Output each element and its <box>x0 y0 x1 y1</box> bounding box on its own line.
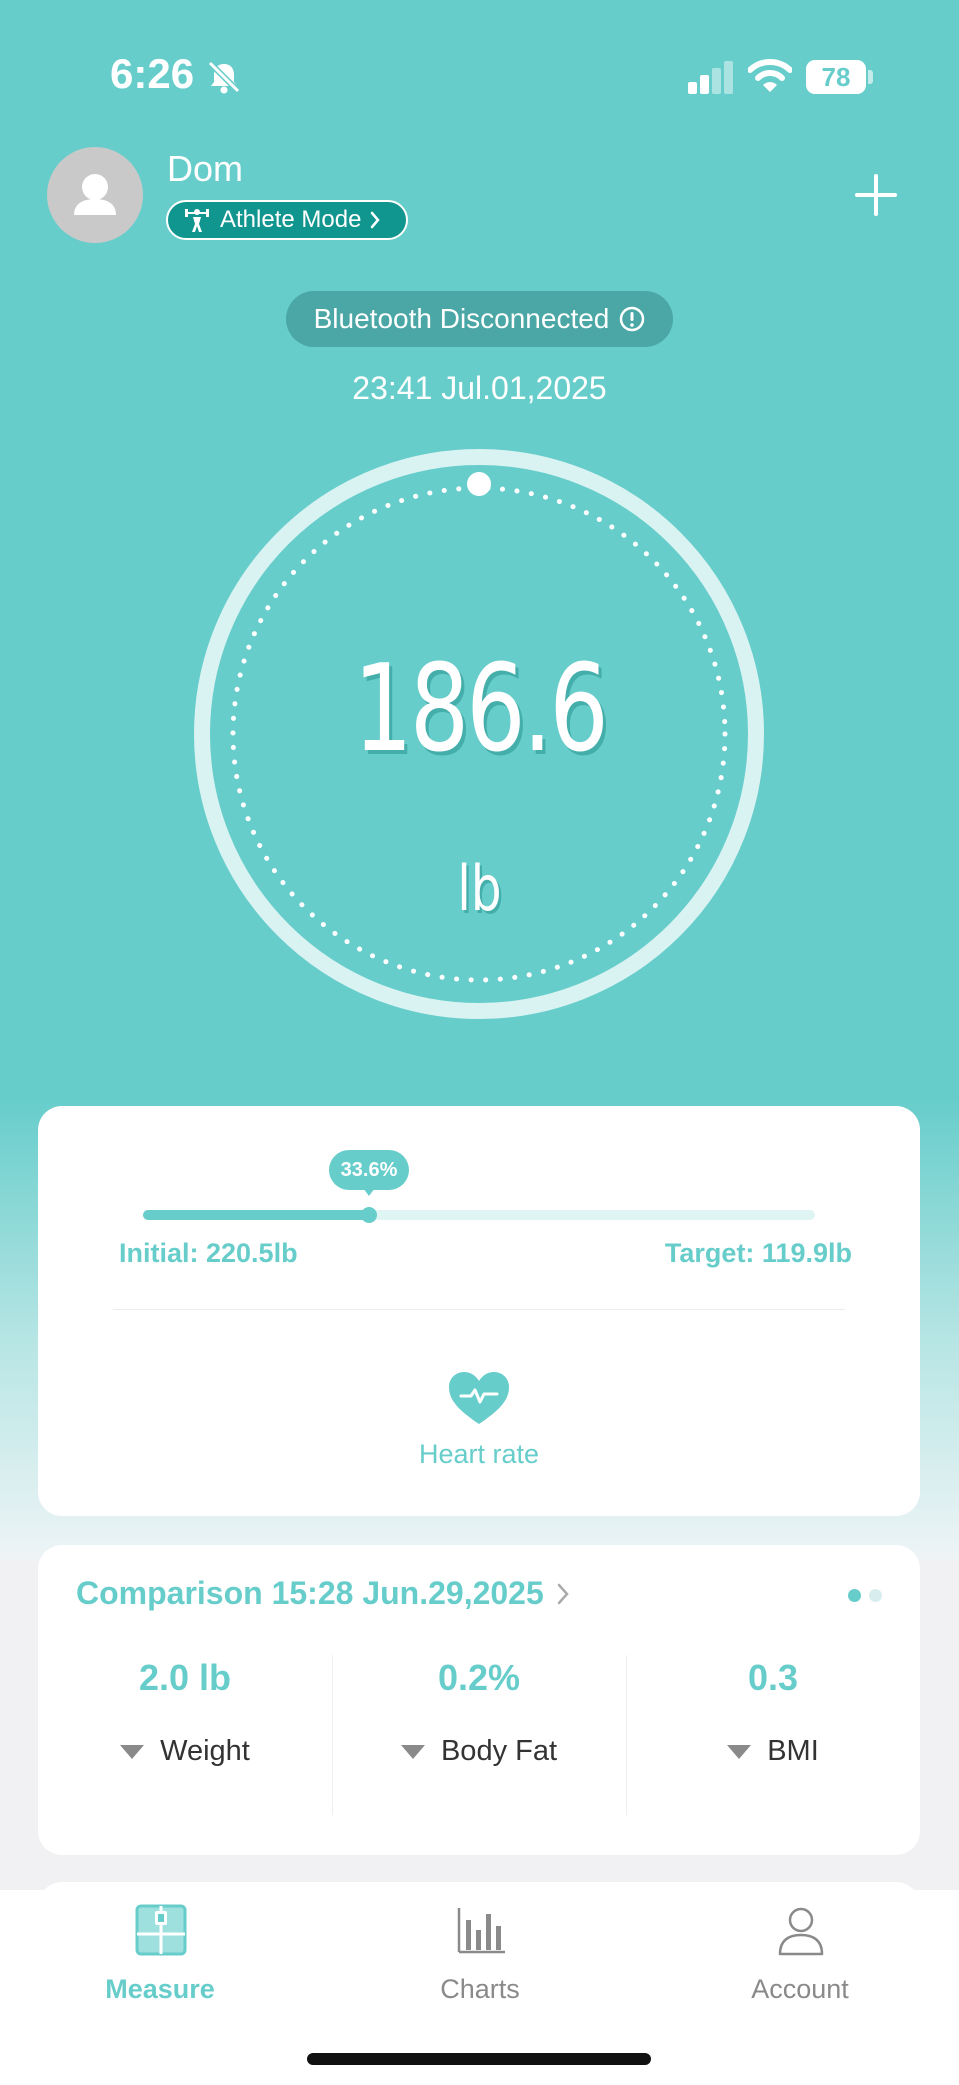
battery-indicator: 78 <box>806 60 874 94</box>
stat-label: BMI <box>626 1735 920 1768</box>
tab-charts[interactable]: Charts <box>320 1890 640 2020</box>
target-weight[interactable]: Target: 119.9lb <box>665 1238 852 1269</box>
stat-label-text: Body Fat <box>440 1735 558 1767</box>
stat-label: Weight <box>38 1735 332 1768</box>
cellular-signal-icon <box>688 61 733 94</box>
battery-level: 78 <box>821 62 851 92</box>
tab-account[interactable]: Account <box>640 1890 959 2020</box>
page-dot-active <box>848 1589 861 1602</box>
tab-measure[interactable]: Measure <box>0 1890 320 2020</box>
comparison-header[interactable]: Comparison 15:28 Jun.29,2025 <box>76 1575 570 1612</box>
avatar[interactable] <box>47 147 143 243</box>
status-time: 6:26 <box>110 50 195 97</box>
athlete-icon <box>185 209 209 232</box>
progress-knob <box>361 1207 377 1223</box>
stat-value: 2.0 lb <box>138 1657 232 1698</box>
bar-chart-icon <box>457 1908 505 1954</box>
page-indicator[interactable] <box>848 1589 882 1602</box>
stat-weight: 2.0 lb Weight <box>38 1657 332 1827</box>
stat-label-text: Weight <box>160 1735 250 1767</box>
person-icon <box>778 1907 824 1956</box>
bell-slash-icon <box>207 60 241 94</box>
status-bar: 6:26 78 <box>0 0 959 150</box>
scale-icon <box>135 1904 187 1956</box>
comparison-title: Comparison 15:28 Jun.29,2025 <box>76 1575 544 1611</box>
tab-label: Measure <box>105 1974 215 2004</box>
initial-weight: Initial: 220.5lb <box>119 1238 298 1268</box>
athlete-mode-button[interactable]: Athlete Mode <box>166 200 408 240</box>
user-name: Dom <box>167 148 244 189</box>
progress-bar <box>143 1207 815 1223</box>
tab-label: Charts <box>440 1974 520 2004</box>
wifi-icon <box>748 59 792 92</box>
decrease-arrow-icon <box>400 1744 425 1759</box>
bluetooth-status-text: Bluetooth Disconnected <box>313 303 610 334</box>
stat-bmi: 0.3 BMI <box>626 1657 920 1827</box>
chevron-right-icon <box>557 1583 569 1604</box>
stat-label-text: BMI <box>767 1735 819 1767</box>
weight-unit: lb <box>457 852 502 925</box>
stat-label: Body Fat <box>332 1735 626 1768</box>
stat-value: 0.2% <box>437 1657 521 1698</box>
add-icon[interactable] <box>853 172 899 218</box>
user-silhouette-icon <box>74 174 116 215</box>
home-indicator <box>307 2053 651 2065</box>
progress-fill <box>143 1210 369 1220</box>
tab-label: Account <box>751 1974 849 2004</box>
progress-badge: 33.6% <box>329 1150 409 1196</box>
info-icon <box>620 306 645 332</box>
bluetooth-status-pill[interactable]: Bluetooth Disconnected <box>286 291 673 347</box>
chevron-right-icon <box>371 211 381 229</box>
divider <box>113 1309 845 1310</box>
comparison-card: Comparison 15:28 Jun.29,2025 2.0 lb Weig… <box>38 1545 920 1855</box>
athlete-mode-label: Athlete Mode <box>220 206 362 233</box>
heart-rate-icon[interactable] <box>447 1370 511 1426</box>
gauge-indicator-dot <box>467 472 491 496</box>
stat-value: 0.3 <box>747 1657 799 1698</box>
decrease-arrow-icon <box>120 1744 145 1759</box>
decrease-arrow-icon <box>727 1744 752 1759</box>
page-dot <box>869 1589 882 1602</box>
goal-card: 33.6% Initial: 220.5lb Target: 119.9lb H… <box>38 1106 920 1516</box>
heart-rate-label[interactable]: Heart rate <box>38 1439 920 1470</box>
measurement-timestamp: 23:41 Jul.01,2025 <box>352 370 607 406</box>
stat-body-fat: 0.2% Body Fat <box>332 1657 626 1827</box>
weight-value: 186.6 <box>353 640 608 779</box>
